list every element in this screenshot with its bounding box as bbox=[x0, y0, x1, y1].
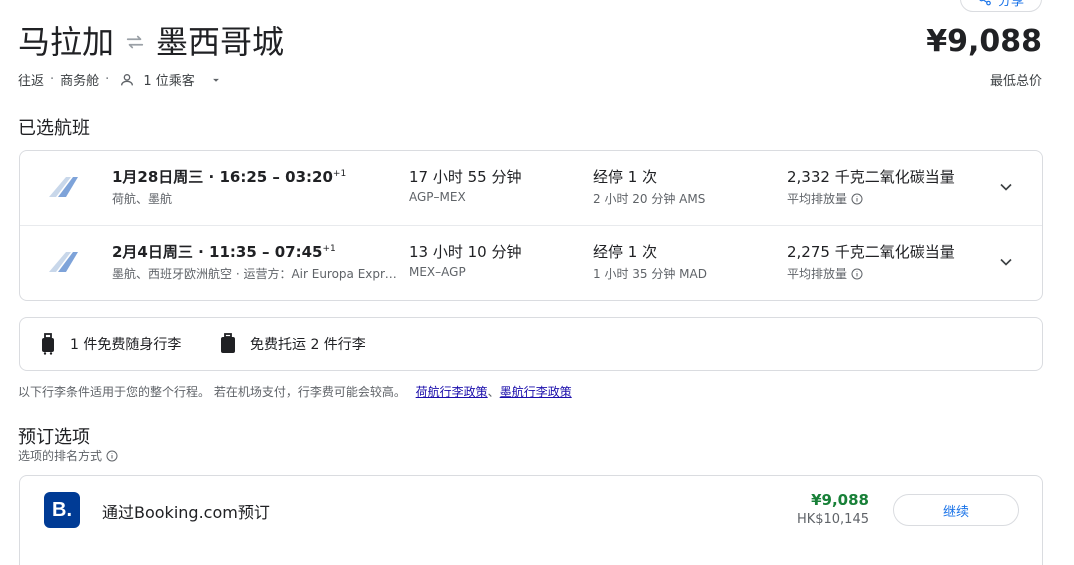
emissions-label-row: 平均排放量 bbox=[787, 190, 863, 207]
emissions-label: 平均排放量 bbox=[787, 192, 848, 206]
flight-layover: 1 小时 35 分钟 MAD bbox=[593, 267, 707, 281]
total-price: ¥9,088 bbox=[926, 24, 1042, 59]
flight-airlines: 墨航、西班牙欧洲航空 · 运营方：Air Europa Express bbox=[112, 267, 402, 281]
separator-dot: · bbox=[105, 72, 110, 87]
expand-chevron-icon[interactable] bbox=[996, 177, 1016, 197]
selected-flights-heading: 已选航班 bbox=[18, 118, 90, 139]
info-icon[interactable] bbox=[851, 193, 863, 205]
expand-chevron-icon[interactable] bbox=[996, 252, 1016, 272]
day-offset: +1 bbox=[332, 169, 347, 179]
passenger-selector[interactable]: 1 位乘客 bbox=[119, 70, 222, 89]
route-title: 马拉加 墨西哥城 bbox=[18, 22, 284, 62]
booking-com-logo: B. bbox=[44, 492, 80, 528]
flight-route: AGP–MEX bbox=[409, 190, 466, 204]
aeromexico-baggage-policy-link[interactable]: 墨航行李政策 bbox=[500, 385, 572, 399]
flight-date-time: 1月28日周三 · 16:25 – 03:20 bbox=[112, 168, 333, 186]
trip-meta: 往返 · 商务舱 · 1 位乘客 bbox=[18, 70, 223, 89]
destination-city: 墨西哥城 bbox=[156, 23, 285, 61]
booking-price: ¥9,088 bbox=[811, 491, 869, 509]
cabin-class: 商务舱 bbox=[60, 74, 100, 89]
swap-arrows-icon bbox=[126, 35, 144, 49]
emissions-label: 平均排放量 bbox=[787, 267, 848, 281]
flight-duration: 17 小时 55 分钟 bbox=[409, 168, 522, 186]
klm-baggage-policy-link[interactable]: 荷航行李政策 bbox=[416, 385, 488, 399]
link-separator: 、 bbox=[487, 385, 500, 399]
baggage-note: 以下行李条件适用于您的整个行程。 若在机场支付，行李费可能会较高。 荷航行李政策… bbox=[18, 383, 572, 400]
share-button[interactable]: 分享 bbox=[960, 0, 1042, 12]
booking-option-card: B. 通过Booking.com预订 ¥9,088 HK$10,145 继续 bbox=[19, 475, 1043, 565]
flight-layover: 2 小时 20 分钟 AMS bbox=[593, 192, 706, 206]
airline-logo-icon bbox=[49, 252, 78, 272]
dropdown-arrow-icon bbox=[212, 78, 219, 82]
passenger-count: 1 位乘客 bbox=[143, 74, 195, 89]
origin-city: 马拉加 bbox=[18, 23, 115, 61]
baggage-card: 1 件免费随身行李 免费托运 2 件行李 bbox=[19, 317, 1043, 371]
continue-button[interactable]: 继续 bbox=[893, 494, 1019, 526]
share-icon bbox=[979, 0, 991, 6]
emissions-label-row: 平均排放量 bbox=[787, 265, 863, 282]
flight-times: 2月4日周三 · 11:35 – 07:45+1 bbox=[112, 241, 336, 262]
ranking-label: 选项的排名方式 bbox=[18, 449, 103, 463]
checked-bag-item: 免费托运 2 件行李 bbox=[220, 318, 366, 370]
flight-duration: 13 小时 10 分钟 bbox=[409, 243, 522, 261]
trip-type: 往返 bbox=[18, 74, 45, 89]
share-label: 分享 bbox=[997, 0, 1024, 9]
person-icon bbox=[121, 73, 134, 85]
flight-times: 1月28日周三 · 16:25 – 03:20+1 bbox=[112, 166, 346, 187]
flight-date-time: 2月4日周三 · 11:35 – 07:45 bbox=[112, 243, 323, 261]
flight-row[interactable]: 2月4日周三 · 11:35 – 07:45+1 墨航、西班牙欧洲航空 · 运营… bbox=[20, 226, 1042, 300]
checked-bag-label: 免费托运 2 件行李 bbox=[250, 337, 366, 353]
total-price-label: 最低总价 bbox=[989, 74, 1042, 89]
booking-price-alt: HK$10,145 bbox=[796, 512, 869, 527]
flight-airlines: 荷航、墨航 bbox=[112, 192, 173, 206]
flight-route: MEX–AGP bbox=[409, 265, 466, 279]
separator-dot: · bbox=[50, 72, 55, 87]
flight-emissions: 2,275 千克二氧化碳当量 bbox=[787, 243, 955, 261]
carry-on-label: 1 件免费随身行李 bbox=[70, 337, 182, 353]
day-offset: +1 bbox=[322, 244, 336, 254]
flight-row[interactable]: 1月28日周三 · 16:25 – 03:20+1 荷航、墨航 17 小时 55… bbox=[20, 151, 1042, 225]
carry-on-item: 1 件免费随身行李 bbox=[40, 318, 181, 370]
checked-bag-icon bbox=[221, 333, 235, 353]
ranking-explainer[interactable]: 选项的排名方式 bbox=[18, 447, 118, 464]
baggage-note-text: 以下行李条件适用于您的整个行程。 若在机场支付，行李费可能会较高。 bbox=[18, 385, 406, 399]
carry-on-bag-icon bbox=[42, 333, 54, 355]
info-icon[interactable] bbox=[851, 268, 863, 280]
flight-emissions: 2,332 千克二氧化碳当量 bbox=[787, 168, 955, 186]
flight-stops: 经停 1 次 bbox=[593, 168, 658, 186]
info-icon bbox=[106, 450, 118, 461]
selected-flights-card: 1月28日周三 · 16:25 – 03:20+1 荷航、墨航 17 小时 55… bbox=[19, 150, 1043, 301]
booking-options-heading: 预订选项 bbox=[18, 427, 90, 448]
airline-logo-icon bbox=[49, 177, 78, 197]
booking-provider-name: 通过Booking.com预订 bbox=[102, 503, 270, 522]
flight-stops: 经停 1 次 bbox=[593, 243, 658, 261]
